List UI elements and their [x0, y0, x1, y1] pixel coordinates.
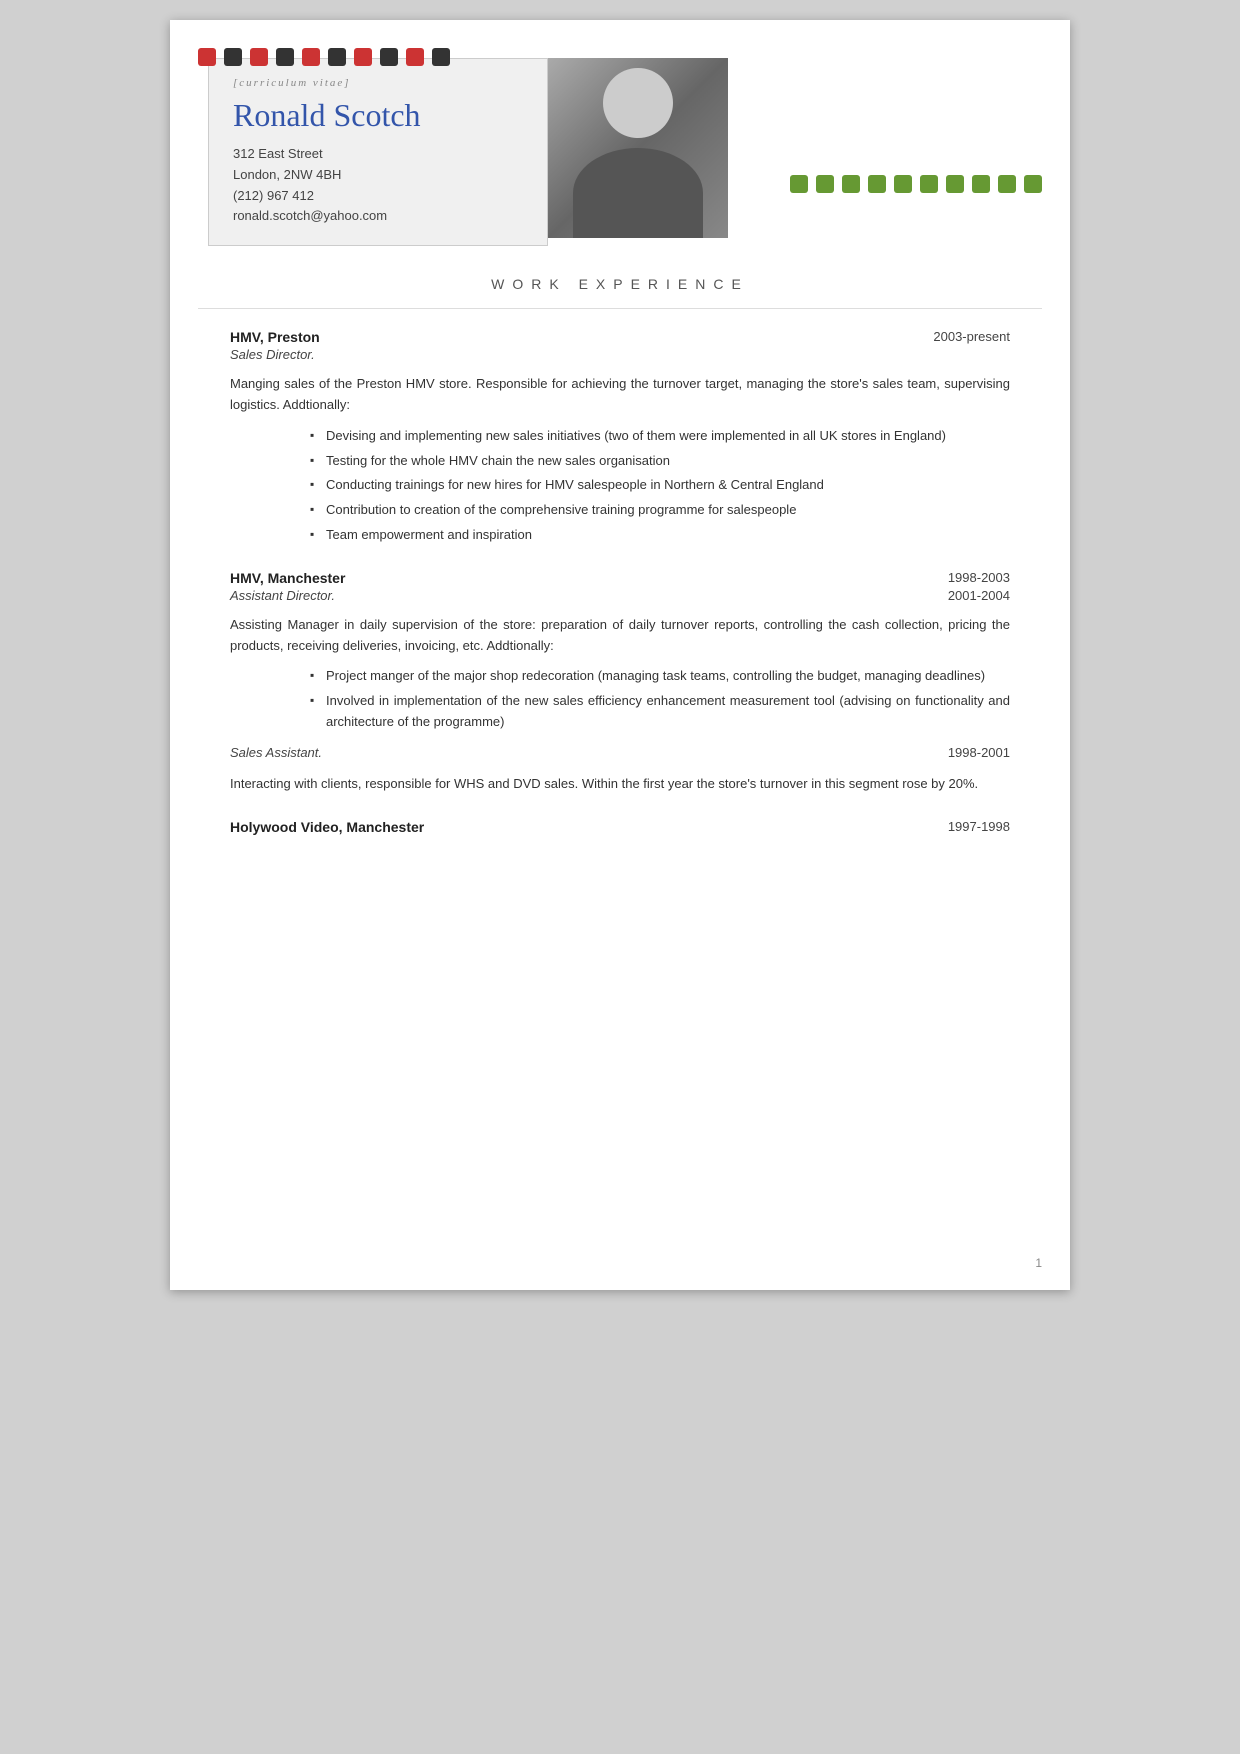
job2-header: HMV, Manchester 1998-2003 — [230, 570, 1010, 586]
bullet-item: Conducting trainings for new hires for H… — [310, 475, 1010, 496]
job2-subrole-header: Sales Assistant. 1998-2001 — [230, 745, 1010, 772]
address-line2: London, 2NW 4BH — [233, 165, 523, 186]
rdot-6 — [920, 175, 938, 193]
rdot-7 — [946, 175, 964, 193]
job1-bullets: Devising and implementing new sales init… — [230, 426, 1010, 546]
header-info-box: [curriculum vitae] Ronald Scotch 312 Eas… — [208, 58, 548, 246]
email: ronald.scotch@yahoo.com — [233, 206, 523, 227]
address-line1: 312 East Street — [233, 144, 523, 165]
rdot-10 — [1024, 175, 1042, 193]
dot-3 — [250, 48, 268, 66]
dot-4 — [276, 48, 294, 66]
rdot-8 — [972, 175, 990, 193]
job2-role-row: Assistant Director. 2001-2004 — [230, 588, 1010, 615]
top-dots-row — [170, 20, 450, 66]
job2-role-dates: 2001-2004 — [948, 588, 1010, 615]
job2-subrole-dates: 1998-2001 — [948, 745, 1010, 760]
job1-title: Sales Director. — [230, 347, 1010, 362]
resume-page: [curriculum vitae] Ronald Scotch 312 Eas… — [170, 20, 1070, 1290]
cv-contact: 312 East Street London, 2NW 4BH (212) 96… — [233, 144, 523, 227]
cv-name: Ronald Scotch — [233, 97, 523, 134]
job2-subrole-title: Sales Assistant. — [230, 745, 322, 760]
job2-bullets: Project manger of the major shop redecor… — [230, 666, 1010, 732]
bullet-item: Testing for the whole HMV chain the new … — [310, 451, 1010, 472]
job3-header: Holywood Video, Manchester 1997-1998 — [230, 819, 1010, 835]
job2-subrole-description: Interacting with clients, responsible fo… — [230, 774, 1010, 795]
job1-header: HMV, Preston 2003-present — [230, 329, 1010, 345]
rdot-4 — [868, 175, 886, 193]
content-area: HMV, Preston 2003-present Sales Director… — [170, 329, 1070, 834]
job3-dates: 1997-1998 — [948, 819, 1010, 834]
job1-company: HMV, Preston — [230, 329, 320, 345]
right-dots-row — [790, 175, 1042, 193]
dot-1 — [198, 48, 216, 66]
bullet-item: Project manger of the major shop redecor… — [310, 666, 1010, 687]
profile-photo — [548, 58, 728, 238]
job-hmv-manchester: HMV, Manchester 1998-2003 Assistant Dire… — [230, 570, 1010, 795]
dot-6 — [328, 48, 346, 66]
job-hmv-preston: HMV, Preston 2003-present Sales Director… — [230, 329, 1010, 546]
dot-5 — [302, 48, 320, 66]
page-number: 1 — [1035, 1256, 1042, 1270]
job1-dates: 2003-present — [933, 329, 1010, 344]
job2-title: Assistant Director. — [230, 588, 335, 603]
dot-9 — [406, 48, 424, 66]
dot-10 — [432, 48, 450, 66]
job2-dates: 1998-2003 — [948, 570, 1010, 585]
rdot-3 — [842, 175, 860, 193]
dot-7 — [354, 48, 372, 66]
bullet-item: Contribution to creation of the comprehe… — [310, 500, 1010, 521]
bullet-item: Team empowerment and inspiration — [310, 525, 1010, 546]
job2-company: HMV, Manchester — [230, 570, 345, 586]
bullet-item: Involved in implementation of the new sa… — [310, 691, 1010, 733]
rdot-5 — [894, 175, 912, 193]
job1-description: Manging sales of the Preston HMV store. … — [230, 374, 1010, 416]
cv-label: [curriculum vitae] — [233, 77, 523, 89]
bullet-item: Devising and implementing new sales init… — [310, 426, 1010, 447]
rdot-9 — [998, 175, 1016, 193]
phone: (212) 967 412 — [233, 186, 523, 207]
job-holywood-video: Holywood Video, Manchester 1997-1998 — [230, 819, 1010, 835]
job3-company: Holywood Video, Manchester — [230, 819, 424, 835]
dot-8 — [380, 48, 398, 66]
dot-2 — [224, 48, 242, 66]
rdot-1 — [790, 175, 808, 193]
rdot-2 — [816, 175, 834, 193]
job2-description: Assisting Manager in daily supervision o… — [230, 615, 1010, 657]
photo-placeholder — [548, 58, 728, 238]
work-experience-title: WORK EXPERIENCE — [198, 266, 1042, 309]
